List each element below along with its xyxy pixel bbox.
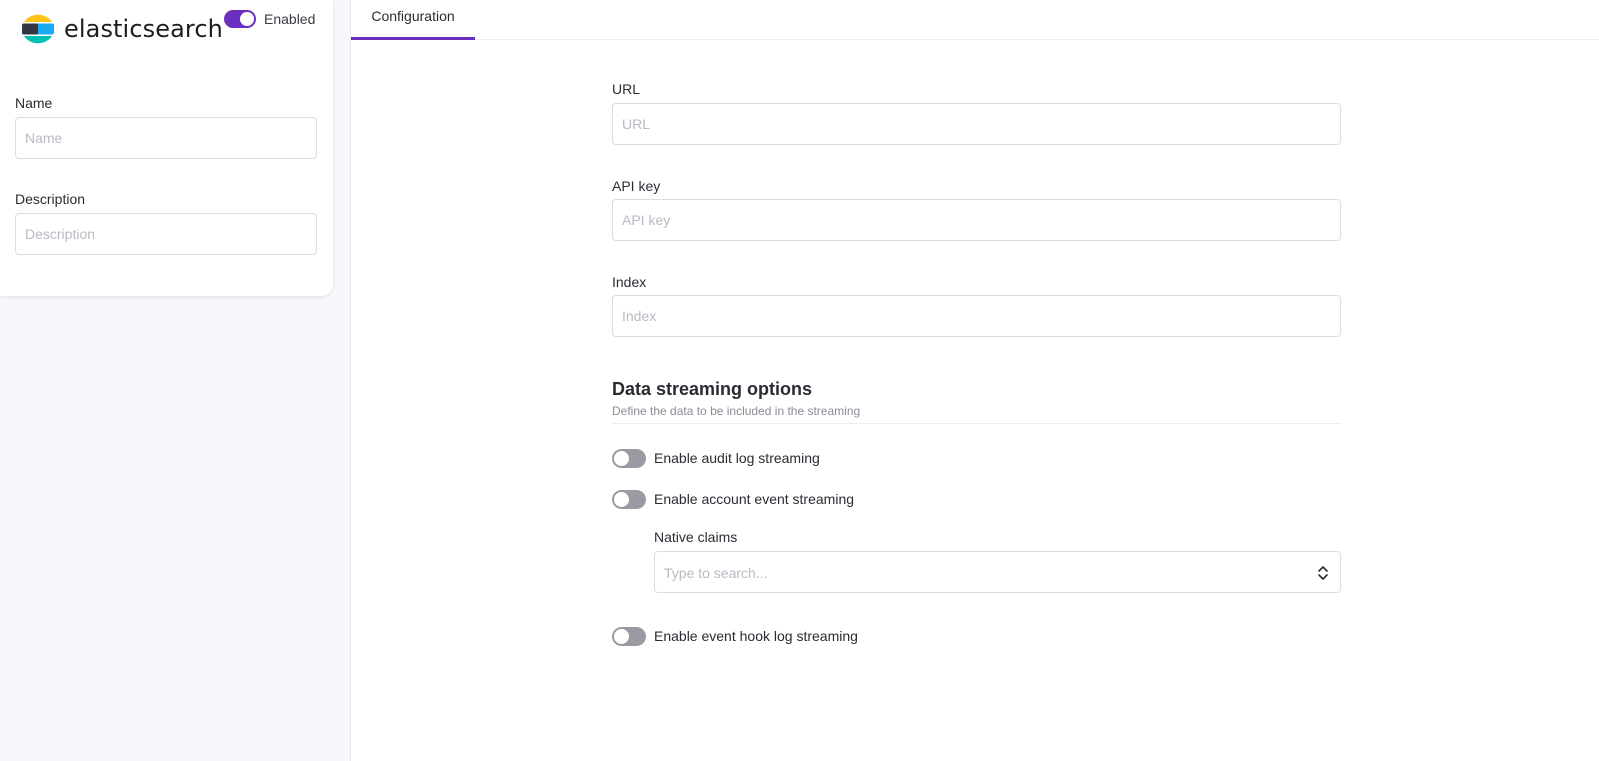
switch-knob (614, 451, 629, 466)
section-subtitle: Define the data to be included in the st… (612, 404, 861, 418)
api-key-label: API key (612, 178, 661, 194)
switch-knob (614, 629, 629, 644)
description-label: Description (15, 191, 86, 207)
name-input[interactable] (15, 117, 317, 159)
native-claims-select[interactable]: Type to search... (654, 551, 1341, 593)
enabled-label: Enabled (264, 11, 316, 27)
tab-configuration[interactable]: Configuration (351, 0, 475, 40)
index-label: Index (612, 274, 647, 290)
index-input[interactable] (612, 295, 1341, 337)
integration-card: elasticsearch Enabled Name Description (0, 0, 333, 296)
audit-log-label: Enable audit log streaming (654, 450, 820, 466)
account-event-switch[interactable] (612, 490, 646, 509)
tab-bar: Configuration (351, 0, 1599, 40)
toggle-knob (240, 12, 254, 26)
native-claims-placeholder: Type to search... (664, 565, 768, 581)
account-event-label: Enable account event streaming (654, 491, 855, 507)
enabled-toggle[interactable] (224, 10, 256, 28)
event-hook-switch[interactable] (612, 627, 646, 646)
left-pane: elasticsearch Enabled Name Description (0, 0, 351, 761)
elasticsearch-logo-icon (22, 14, 54, 44)
url-label: URL (612, 81, 641, 97)
name-label: Name (15, 95, 53, 111)
event-hook-label: Enable event hook log streaming (654, 628, 858, 644)
section-divider (612, 423, 1341, 424)
logo-text: elasticsearch (64, 15, 223, 43)
description-input[interactable] (15, 213, 317, 255)
native-claims-label: Native claims (654, 529, 738, 545)
chevron-up-down-icon (1318, 566, 1328, 580)
switch-knob (614, 492, 629, 507)
api-key-input[interactable] (612, 199, 1341, 241)
logo: elasticsearch (20, 10, 223, 48)
audit-log-switch[interactable] (612, 449, 646, 468)
section-title: Data streaming options (612, 379, 813, 399)
url-input[interactable] (612, 103, 1341, 145)
